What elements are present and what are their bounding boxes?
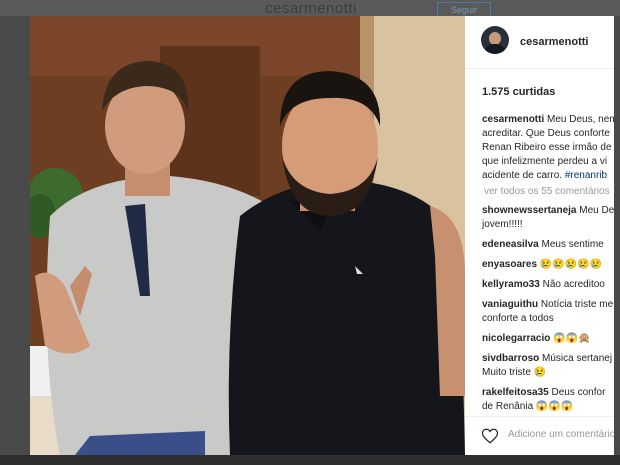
background-overlay-left: [0, 16, 30, 465]
post-modal: cesarmenotti 1.575 curtidas cesarmenotti…: [30, 16, 614, 455]
caption-line: Renan Ribeiro esse irmão de: [482, 142, 612, 153]
comment-user[interactable]: nicolegarracio: [482, 333, 550, 344]
comment-text: jovem!!!!!: [482, 219, 523, 230]
caption-hashtag[interactable]: #renanrib: [565, 170, 607, 181]
comment-text: Meu De: [579, 205, 614, 216]
photo-illustration: [30, 16, 465, 455]
caption-line: que infelizmente perdeu a vi: [482, 156, 608, 167]
comment-user[interactable]: rakelfeitosa35: [482, 387, 549, 398]
avatar[interactable]: [481, 26, 509, 54]
comment-text: Muito triste 😢: [482, 367, 547, 378]
comment-text: Notícia triste me: [540, 299, 614, 310]
comment-text: Deus confor: [551, 387, 606, 398]
comment: nicolegarracio 😱😱🙊: [482, 332, 614, 346]
post-photo: [30, 16, 465, 455]
comment: vaniaguithu Notícia triste me conforte a …: [482, 298, 614, 326]
comment-text: Não acreditoo: [542, 279, 605, 290]
caption-line: Meu Deus, nem: [547, 114, 614, 125]
comment: enyasoares 😢😢😢😢😢: [482, 258, 614, 272]
comment-text: 😢😢😢😢😢: [539, 259, 603, 270]
likes-count[interactable]: 1.575 curtidas: [482, 86, 555, 98]
comment-user[interactable]: shownewssertaneja: [482, 205, 576, 216]
comment-user[interactable]: sivdbarroso: [482, 353, 539, 364]
add-comment-input[interactable]: Adicione um comentário: [508, 429, 614, 440]
post-footer: Adicione um comentário: [465, 416, 614, 455]
comment-text: de Renânia 😱😱😱: [482, 401, 574, 412]
view-all-comments-link[interactable]: ver todos os 55 comentários: [484, 186, 610, 197]
comment-text: Música sertanej: [542, 353, 613, 364]
caption-line: acidente de carro.: [482, 170, 563, 181]
comment: sivdbarroso Música sertanej Muito triste …: [482, 352, 614, 380]
background-overlay-right: [614, 16, 620, 465]
comment: rakelfeitosa35 Deus confor de Renânia 😱😱😱: [482, 386, 614, 414]
caption-line: acreditar. Que Deus conforte: [482, 128, 610, 139]
post-caption: cesarmenotti Meu Deus, nem acreditar. Qu…: [482, 113, 614, 183]
background-profile-name: cesarmenotti: [265, 0, 357, 17]
heart-icon[interactable]: [481, 427, 499, 445]
caption-author[interactable]: cesarmenotti: [482, 114, 544, 125]
post-sidebar: cesarmenotti 1.575 curtidas cesarmenotti…: [465, 16, 614, 455]
comment: shownewssertaneja Meu De jovem!!!!!: [482, 204, 614, 232]
background-overlay-bottom: [0, 455, 620, 465]
comment-text: Meus sentime: [541, 239, 604, 250]
comment: edeneasilva Meus sentime: [482, 238, 614, 252]
comment-user[interactable]: enyasoares: [482, 259, 537, 270]
comment-user[interactable]: kellyramo33: [482, 279, 540, 290]
post-username[interactable]: cesarmenotti: [520, 36, 588, 48]
comment-text: conforte a todos: [482, 313, 554, 324]
comment-text: 😱😱🙊: [553, 333, 591, 344]
comment-user[interactable]: edeneasilva: [482, 239, 539, 250]
comments-list: shownewssertaneja Meu De jovem!!!!! edene…: [482, 204, 614, 420]
post-header: cesarmenotti: [465, 16, 614, 69]
comment-user[interactable]: vaniaguithu: [482, 299, 538, 310]
comment: kellyramo33 Não acreditoo: [482, 278, 614, 292]
